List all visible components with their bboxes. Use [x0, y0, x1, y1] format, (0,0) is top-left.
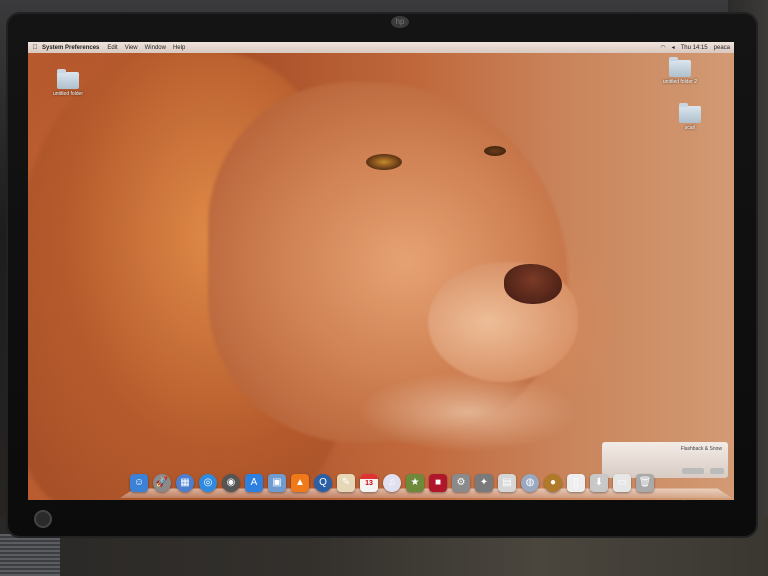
folder-icon [669, 57, 691, 77]
mission-control-icon[interactable]: ▦ [176, 474, 194, 492]
wallpaper-lion-chin [358, 372, 578, 452]
menu-edit[interactable]: Edit [107, 45, 117, 51]
screen:  System Preferences Edit View Window He… [28, 42, 734, 500]
dashboard-icon[interactable]: ◉ [222, 474, 240, 492]
menu-bar:  System Preferences Edit View Window He… [28, 42, 734, 53]
desktop-folder-untitled-2[interactable]: untitled folder 2 [658, 57, 702, 85]
dock-items: ☺ 🚀 ▦ ◎ ◉ A ▣ ▲ Q ✎ 13 ♫ ★ ■ ⚙ ✦ ▤ ◍ ● ▯ ⬇ ▭ 🗑 [130, 474, 654, 492]
desktop-folder-label: untitled folder 2 [662, 79, 698, 85]
folder-icon [679, 103, 701, 123]
system-preferences-icon[interactable]: ⚙ [452, 474, 470, 492]
apple-icon[interactable]:  [28, 44, 42, 51]
menu-window[interactable]: Window [145, 45, 166, 51]
finder-icon[interactable]: ☺ [130, 474, 148, 492]
dock: ☺ 🚀 ▦ ◎ ◉ A ▣ ▲ Q ✎ 13 ♫ ★ ■ ⚙ ✦ ▤ ◍ ● ▯ ⬇ ▭ 🗑 [120, 456, 732, 500]
wallpaper-lion-nose [504, 264, 562, 304]
photo-booth-icon[interactable]: ■ [429, 474, 447, 492]
itunes-icon[interactable]: ♫ [383, 474, 401, 492]
iphoto-icon[interactable]: ★ [406, 474, 424, 492]
document-icon[interactable]: ▯ [567, 474, 585, 492]
wallpaper-lion-eye-far [484, 146, 506, 156]
app-store-icon[interactable]: A [245, 474, 263, 492]
preview-icon[interactable]: ▣ [268, 474, 286, 492]
menu-clock[interactable]: Thu 14:15 [681, 45, 708, 51]
documents-icon[interactable]: ▤ [498, 474, 516, 492]
app-icon[interactable]: ● [544, 474, 562, 492]
monitor: hp  System Preferences Edit View Window… [6, 12, 758, 538]
hp-logo-icon: hp [391, 16, 409, 28]
wifi-icon[interactable]: ◠ [660, 44, 665, 51]
volume-icon[interactable]: ◂ [672, 44, 675, 51]
downloads-icon[interactable]: ⬇ [590, 474, 608, 492]
ical-icon[interactable]: 13 [360, 474, 378, 492]
trash-icon[interactable]: 🗑 [636, 474, 654, 492]
wallpaper-lion-eye [366, 154, 402, 170]
textedit-icon[interactable]: ✎ [337, 474, 355, 492]
desktop-folder-untitled[interactable]: untitled folder [46, 69, 90, 97]
menu-help[interactable]: Help [173, 45, 185, 51]
menu-user[interactable]: peaca [714, 45, 730, 51]
utility-icon[interactable]: ✦ [475, 474, 493, 492]
power-button[interactable] [34, 510, 52, 528]
desktop-folder-scarl[interactable]: scarl [668, 103, 712, 131]
safari-icon[interactable]: ◎ [199, 474, 217, 492]
stack-icon[interactable]: ▭ [613, 474, 631, 492]
vlc-icon[interactable]: ▲ [291, 474, 309, 492]
notification-title: Flashback & Snow [680, 446, 722, 452]
network-icon[interactable]: ◍ [521, 474, 539, 492]
folder-icon [57, 69, 79, 89]
speaker [0, 534, 60, 576]
menu-app-name[interactable]: System Preferences [42, 45, 99, 51]
desktop-folder-label: untitled folder [52, 91, 84, 97]
desktop-folder-label: scarl [684, 125, 696, 131]
launchpad-icon[interactable]: 🚀 [153, 474, 171, 492]
quicktime-icon[interactable]: Q [314, 474, 332, 492]
menu-view[interactable]: View [125, 45, 138, 51]
